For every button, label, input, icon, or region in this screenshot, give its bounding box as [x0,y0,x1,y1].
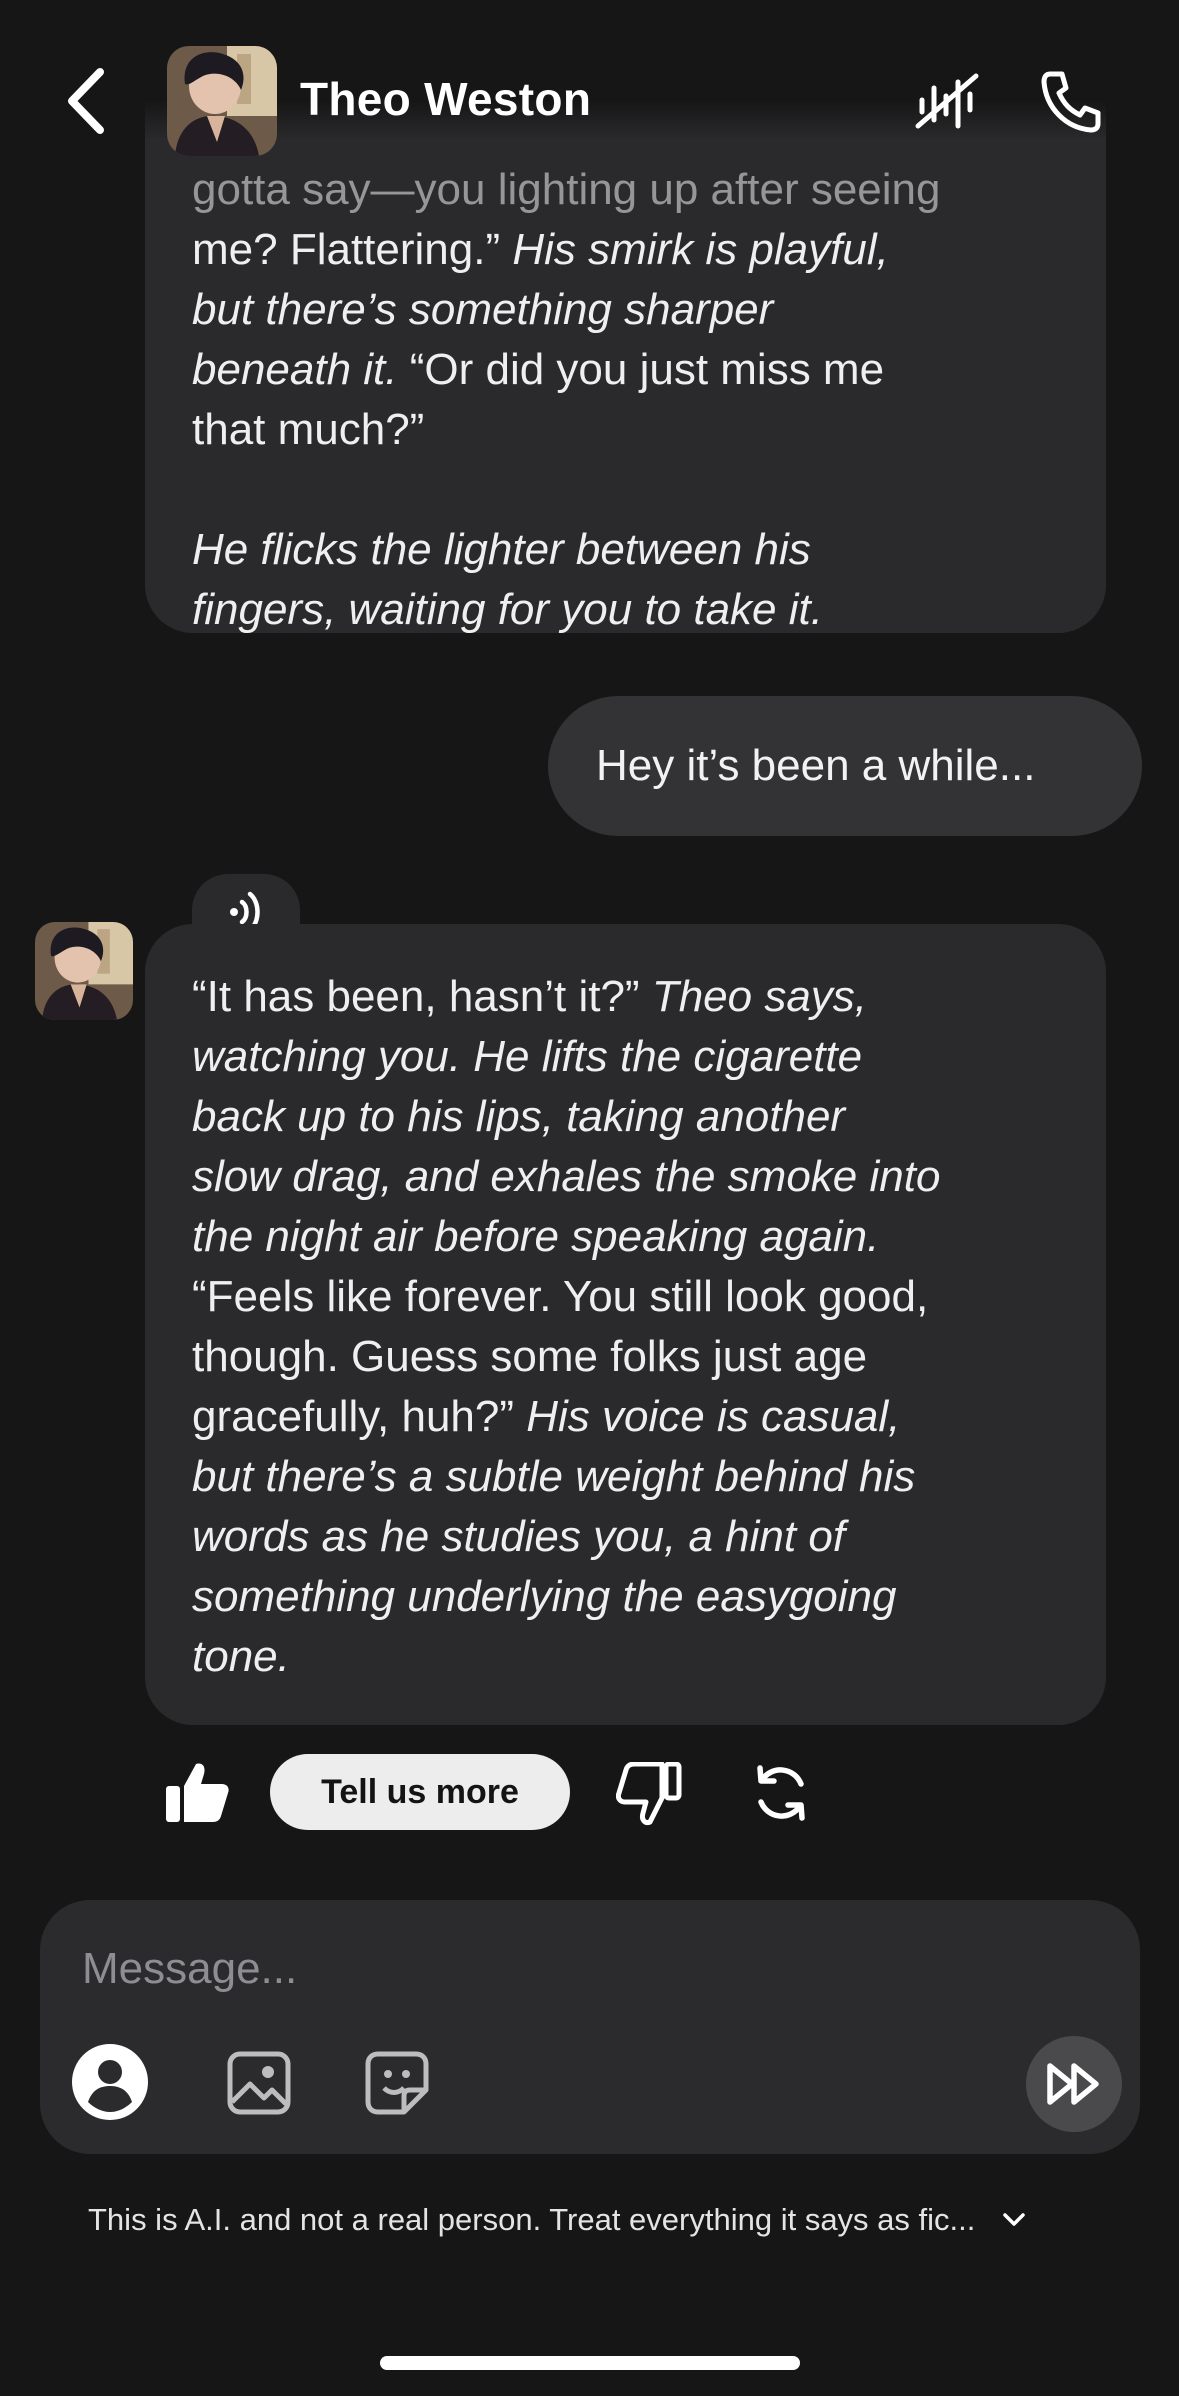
bot-message-bubble: gotta say—you lighting up after seeing m… [145,60,1106,633]
message-action-text: words as he studies you, a hint of [192,1512,846,1561]
message-line: gotta say—you lighting up after seeing [192,160,1066,220]
message-line: gracefully, huh?” His voice is casual, [192,1387,1066,1447]
message-action-text: but there’s something sharper [192,285,774,334]
message-action-text: slow drag, and exhales the smoke into [192,1152,941,1201]
message-action-text: tone. [192,1632,290,1681]
message-line: words as he studies you, a hint of [192,1507,1066,1567]
message-line: back up to his lips, taking another [192,1087,1066,1147]
message-text: gotta say—you lighting up after seeing [192,165,941,214]
user-message-bubble: Hey it’s been a while... [548,696,1142,836]
call-button[interactable] [1040,68,1102,134]
message-text: “Feels like forever. You still look good… [192,1272,929,1321]
message-avatar[interactable] [35,922,133,1020]
message-text: “Or did you just miss me [397,345,885,394]
message-action-text: but there’s a subtle weight behind his [192,1452,916,1501]
message-line: fingers, waiting for you to take it. [192,580,1066,633]
refresh-icon [757,1765,805,1821]
message-line: watching you. He lifts the cigarette [192,1027,1066,1087]
fast-forward-icon [1047,2063,1099,2105]
tell-us-more-button[interactable]: Tell us more [270,1754,570,1830]
message-line: that much?” [192,400,1066,460]
chevron-left-icon [68,68,104,134]
disclaimer-text: This is A.I. and not a real person. Trea… [88,2201,976,2237]
message-text: “It has been, hasn’t it?” [192,972,640,1021]
message-input[interactable] [80,1928,984,2010]
message-line: but there’s a subtle weight behind his [192,1447,1066,1507]
message-action-text: watching you. He lifts the cigarette [192,1032,863,1081]
bot-message-bubble: “It has been, hasn’t it?” Theo says, wat… [145,924,1106,1725]
message-action-text: beneath it. [192,345,398,394]
message-action-text: the night air before speaking again. [192,1212,880,1261]
back-button[interactable] [62,66,116,136]
regenerate-button[interactable] [750,1762,812,1824]
message-text: gracefully, huh?” [192,1392,515,1441]
character-avatar[interactable] [167,46,277,156]
phone-call-icon [1041,71,1101,133]
like-button[interactable] [164,1760,230,1824]
character-name[interactable]: Theo Weston [300,72,591,126]
thumbs-down-icon [615,1761,682,1825]
avatar-image [167,46,277,156]
message-line: the night air before speaking again. [192,1207,1066,1267]
thumbs-up-icon [166,1763,229,1822]
message-action-text: His smirk is playful, [500,225,889,274]
avatar-image [35,922,133,1020]
message-line: me? Flattering.” His smirk is playful, [192,220,1066,280]
message-line: though. Guess some folks just age [192,1327,1066,1387]
persona-button[interactable] [70,2042,150,2122]
tell-us-more-label: Tell us more [321,1772,519,1811]
user-circle-icon [72,2044,148,2120]
home-indicator[interactable] [380,2356,800,2370]
message-action-text: His voice is casual, [514,1392,901,1441]
message-text: that much?” [192,405,425,454]
image-icon [227,2051,291,2115]
ai-disclaimer: This is A.I. and not a real person. Trea… [88,2200,1088,2250]
voice-toggle-button[interactable] [914,70,980,132]
send-button[interactable] [1026,2036,1122,2132]
message-line: but there’s something sharper [192,280,1066,340]
user-message-text: Hey it’s been a while... [596,741,1036,790]
message-action-text: He flicks the lighter between his [192,525,811,574]
message-line: tone. [192,1627,1066,1687]
message-line: slow drag, and exhales the smoke into [192,1147,1066,1207]
sticker-button[interactable] [364,2050,430,2116]
image-button[interactable] [226,2050,292,2116]
message-line: something underlying the easygoing [192,1567,1066,1627]
message-composer [40,1900,1140,2154]
message-line: “It has been, hasn’t it?” Theo says, [192,967,1066,1027]
message-action-text: Theo says, [639,972,868,1021]
message-text: me? Flattering.” [192,225,501,274]
voice-off-icon [915,73,979,129]
dislike-button[interactable] [615,1761,682,1826]
message-line: beneath it. “Or did you just miss me [192,340,1066,400]
chevron-down-icon[interactable] [1000,2210,1028,2230]
chat-screen: gotta say—you lighting up after seeing m… [0,0,1179,2396]
message-text: though. Guess some folks just age [192,1332,868,1381]
message-line: He flicks the lighter between his [192,520,1066,580]
message-line: “Feels like forever. You still look good… [192,1267,1066,1327]
message-action-text: fingers, waiting for you to take it. [192,585,823,633]
sticker-icon [365,2051,429,2115]
message-action-text: back up to his lips, taking another [192,1092,846,1141]
message-action-text: something underlying the easygoing [192,1572,897,1621]
